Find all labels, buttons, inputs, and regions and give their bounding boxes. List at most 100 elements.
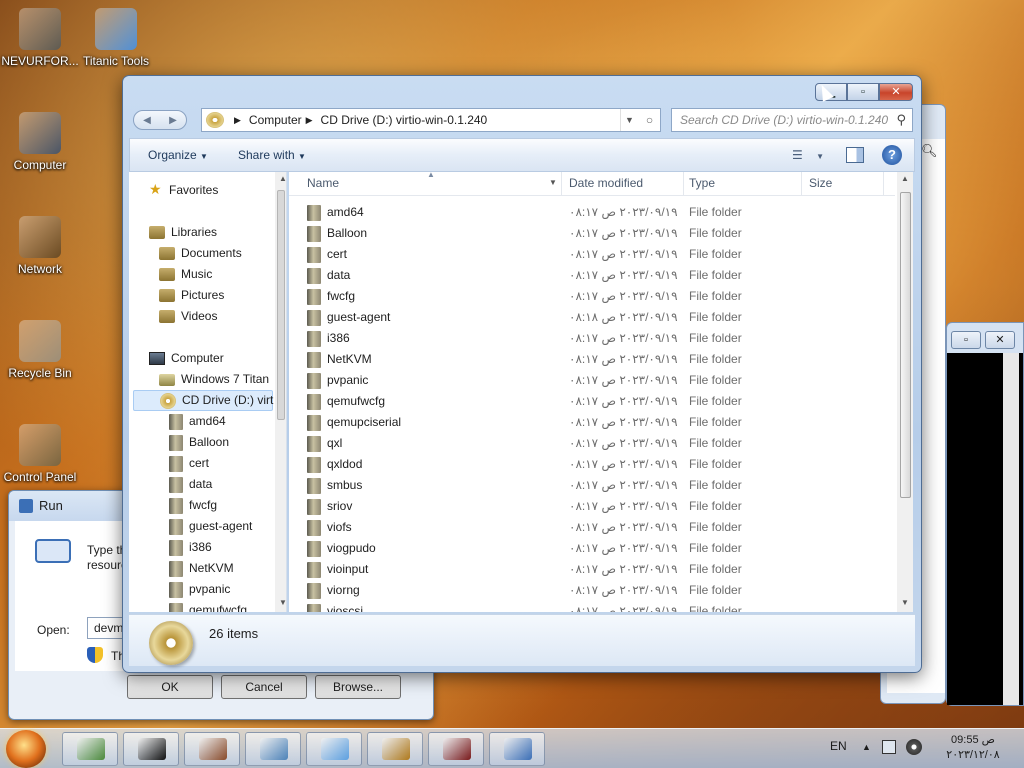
column-date-modified[interactable]: Date modified xyxy=(569,176,643,190)
nav-folder-item[interactable]: fwcfg xyxy=(169,495,217,516)
nav-library-item[interactable]: Pictures xyxy=(159,285,224,306)
browse-dialog[interactable]: ▁ ▫ ✕ ◀ ▶ ▶ Computer ▶ CD Drive (D:) vir… xyxy=(122,75,922,673)
navigation-scrollbar[interactable]: ▲ ▼ xyxy=(275,172,286,612)
file-row[interactable]: cert ۲۰۲۳/۰۹/۱۹ ص ۰۸:۱۷ File folder xyxy=(289,244,895,265)
back-arrow-icon[interactable]: ◀ xyxy=(143,115,151,126)
nav-library-item[interactable]: Videos xyxy=(159,306,217,327)
nav-folder-item[interactable]: NetKVM xyxy=(169,558,234,579)
search-icon[interactable]: ⚲ xyxy=(896,112,906,128)
scrollbar-thumb[interactable] xyxy=(900,192,911,498)
chevron-down-icon[interactable]: ▼ xyxy=(620,109,638,131)
taskbar-button[interactable] xyxy=(428,732,484,766)
language-indicator[interactable]: EN xyxy=(830,739,847,753)
file-row[interactable]: viogpudo ۲۰۲۳/۰۹/۱۹ ص ۰۸:۱۷ File folder xyxy=(289,538,895,559)
preview-pane-icon[interactable] xyxy=(846,147,864,163)
taskbar-button[interactable] xyxy=(184,732,240,766)
file-list[interactable]: Name ▲ ▼ Date modified Type Size amd64 ۲۰… xyxy=(289,172,913,612)
scroll-down-icon[interactable]: ▼ xyxy=(275,598,286,612)
taskbar-button[interactable] xyxy=(123,732,179,766)
column-type[interactable]: Type xyxy=(689,176,715,190)
desktop-icon[interactable]: Recycle Bin xyxy=(0,320,80,380)
file-row[interactable]: viorng ۲۰۲۳/۰۹/۱۹ ص ۰۸:۱۷ File folder xyxy=(289,580,895,601)
desktop-icon[interactable]: Computer xyxy=(0,112,80,172)
nav-folder-item[interactable]: pvpanic xyxy=(169,579,230,600)
column-name[interactable]: Name xyxy=(307,176,339,190)
file-row[interactable]: qemufwcfg ۲۰۲۳/۰۹/۱۹ ص ۰۸:۱۷ File folder xyxy=(289,391,895,412)
taskbar-button[interactable] xyxy=(245,732,301,766)
back-forward-buttons[interactable]: ◀ ▶ xyxy=(133,110,187,130)
nav-library-item[interactable]: Music xyxy=(159,264,212,285)
close-button[interactable]: ✕ xyxy=(879,83,913,101)
chevron-down-icon[interactable]: ▼ xyxy=(549,178,557,187)
file-row[interactable]: NetKVM ۲۰۲۳/۰۹/۱۹ ص ۰۸:۱۷ File folder xyxy=(289,349,895,370)
network-icon[interactable] xyxy=(882,740,896,754)
file-row[interactable]: fwcfg ۲۰۲۳/۰۹/۱۹ ص ۰۸:۱۷ File folder xyxy=(289,286,895,307)
breadcrumb-cd-drive[interactable]: CD Drive (D:) virtio-win-0.1.240 xyxy=(321,113,488,127)
desktop-icon[interactable]: NEVURFOR... xyxy=(0,8,80,68)
scrollbar-thumb[interactable] xyxy=(277,190,285,420)
chevron-up-icon[interactable]: ▲ xyxy=(862,742,871,752)
file-row[interactable]: smbus ۲۰۲۳/۰۹/۱۹ ص ۰۸:۱۷ File folder xyxy=(289,475,895,496)
file-row[interactable]: pvpanic ۲۰۲۳/۰۹/۱۹ ص ۰۸:۱۷ File folder xyxy=(289,370,895,391)
chevron-right-icon[interactable]: ▶ xyxy=(306,115,313,126)
start-button[interactable] xyxy=(6,730,46,768)
taskbar-button[interactable] xyxy=(306,732,362,766)
view-options-button[interactable]: ☰ ▼ xyxy=(792,148,824,162)
nav-library-item[interactable]: Documents xyxy=(159,243,242,264)
chevron-right-icon[interactable]: ▶ xyxy=(234,115,241,126)
desktop-icon[interactable]: Titanic Tools xyxy=(76,8,156,68)
restore-button[interactable]: ▫ xyxy=(951,331,981,349)
address-bar[interactable]: ▶ Computer ▶ CD Drive (D:) virtio-win-0.… xyxy=(201,108,661,132)
browse-button[interactable]: Browse... xyxy=(315,675,401,699)
file-row[interactable]: vioscsi ۲۰۲۳/۰۹/۱۹ ص ۰۸:۱۷ File folder xyxy=(289,601,895,612)
volume-icon[interactable] xyxy=(906,739,922,755)
console-scrollbar[interactable] xyxy=(1003,353,1019,705)
nav-folder-item[interactable]: cert xyxy=(169,453,209,474)
navigation-pane[interactable]: ★ Favorites Libraries Documents Music Pictu… xyxy=(129,172,287,612)
nav-folder-item[interactable]: guest-agent xyxy=(169,516,252,537)
search-input[interactable]: Search CD Drive (D:) virtio-win-0.1.240 … xyxy=(671,108,913,132)
nav-folder-item[interactable]: qemufwcfg xyxy=(169,600,247,612)
scroll-up-icon[interactable]: ▲ xyxy=(275,174,286,188)
file-row[interactable]: i386 ۲۰۲۳/۰۹/۱۹ ص ۰۸:۱۷ File folder xyxy=(289,328,895,349)
nav-folder-item[interactable]: Balloon xyxy=(169,432,229,453)
console-window[interactable]: ▫ ✕ xyxy=(946,322,1024,706)
file-list-scrollbar[interactable]: ▲ ▼ xyxy=(897,172,913,612)
taskbar-button[interactable] xyxy=(367,732,423,766)
nav-drive-cd[interactable]: CD Drive (D:) virt xyxy=(133,390,273,411)
breadcrumb-computer[interactable]: Computer xyxy=(249,113,302,127)
refresh-button[interactable]: ○ xyxy=(639,108,661,132)
desktop-icon[interactable]: Network xyxy=(0,216,80,276)
column-size[interactable]: Size xyxy=(809,176,832,190)
help-icon[interactable]: ? xyxy=(882,145,902,165)
nav-computer[interactable]: Computer xyxy=(149,348,224,369)
forward-arrow-icon[interactable]: ▶ xyxy=(169,115,177,126)
file-row[interactable]: qemupciserial ۲۰۲۳/۰۹/۱۹ ص ۰۸:۱۷ File fold… xyxy=(289,412,895,433)
desktop-icon[interactable]: Control Panel xyxy=(0,424,80,484)
nav-libraries[interactable]: Libraries xyxy=(149,222,217,243)
cancel-button[interactable]: Cancel xyxy=(221,675,307,699)
maximize-button[interactable]: ▫ xyxy=(847,83,879,101)
nav-folder-item[interactable]: i386 xyxy=(169,537,212,558)
file-row[interactable]: qxldod ۲۰۲۳/۰۹/۱۹ ص ۰۸:۱۷ File folder xyxy=(289,454,895,475)
file-row[interactable]: sriov ۲۰۲۳/۰۹/۱۹ ص ۰۸:۱۷ File folder xyxy=(289,496,895,517)
share-with-button[interactable]: Share with ▼ xyxy=(238,148,306,162)
taskbar-button[interactable] xyxy=(62,732,118,766)
file-row[interactable]: qxl ۲۰۲۳/۰۹/۱۹ ص ۰۸:۱۷ File folder xyxy=(289,433,895,454)
clock[interactable]: 09:55 ص ۲۰۲۳/۱۲/۰۸ xyxy=(938,733,1008,763)
nav-drive-windows[interactable]: Windows 7 Titan xyxy=(159,369,269,390)
file-row[interactable]: viofs ۲۰۲۳/۰۹/۱۹ ص ۰۸:۱۷ File folder xyxy=(289,517,895,538)
file-row[interactable]: vioinput ۲۰۲۳/۰۹/۱۹ ص ۰۸:۱۷ File folder xyxy=(289,559,895,580)
nav-folder-item[interactable]: data xyxy=(169,474,212,495)
organize-button[interactable]: Organize ▼ xyxy=(148,148,208,162)
file-row[interactable]: amd64 ۲۰۲۳/۰۹/۱۹ ص ۰۸:۱۷ File folder xyxy=(289,202,895,223)
close-button[interactable]: ✕ xyxy=(985,331,1015,349)
nav-folder-item[interactable]: amd64 xyxy=(169,411,226,432)
taskbar-button[interactable] xyxy=(489,732,545,766)
file-row[interactable]: guest-agent ۲۰۲۳/۰۹/۱۹ ص ۰۸:۱۸ File folder xyxy=(289,307,895,328)
scroll-down-icon[interactable]: ▼ xyxy=(897,598,913,612)
file-row[interactable]: Balloon ۲۰۲۳/۰۹/۱۹ ص ۰۸:۱۷ File folder xyxy=(289,223,895,244)
file-row[interactable]: data ۲۰۲۳/۰۹/۱۹ ص ۰۸:۱۷ File folder xyxy=(289,265,895,286)
search-icon[interactable]: 🔍︎ xyxy=(921,143,938,159)
nav-favorites[interactable]: ★ Favorites xyxy=(149,180,218,201)
